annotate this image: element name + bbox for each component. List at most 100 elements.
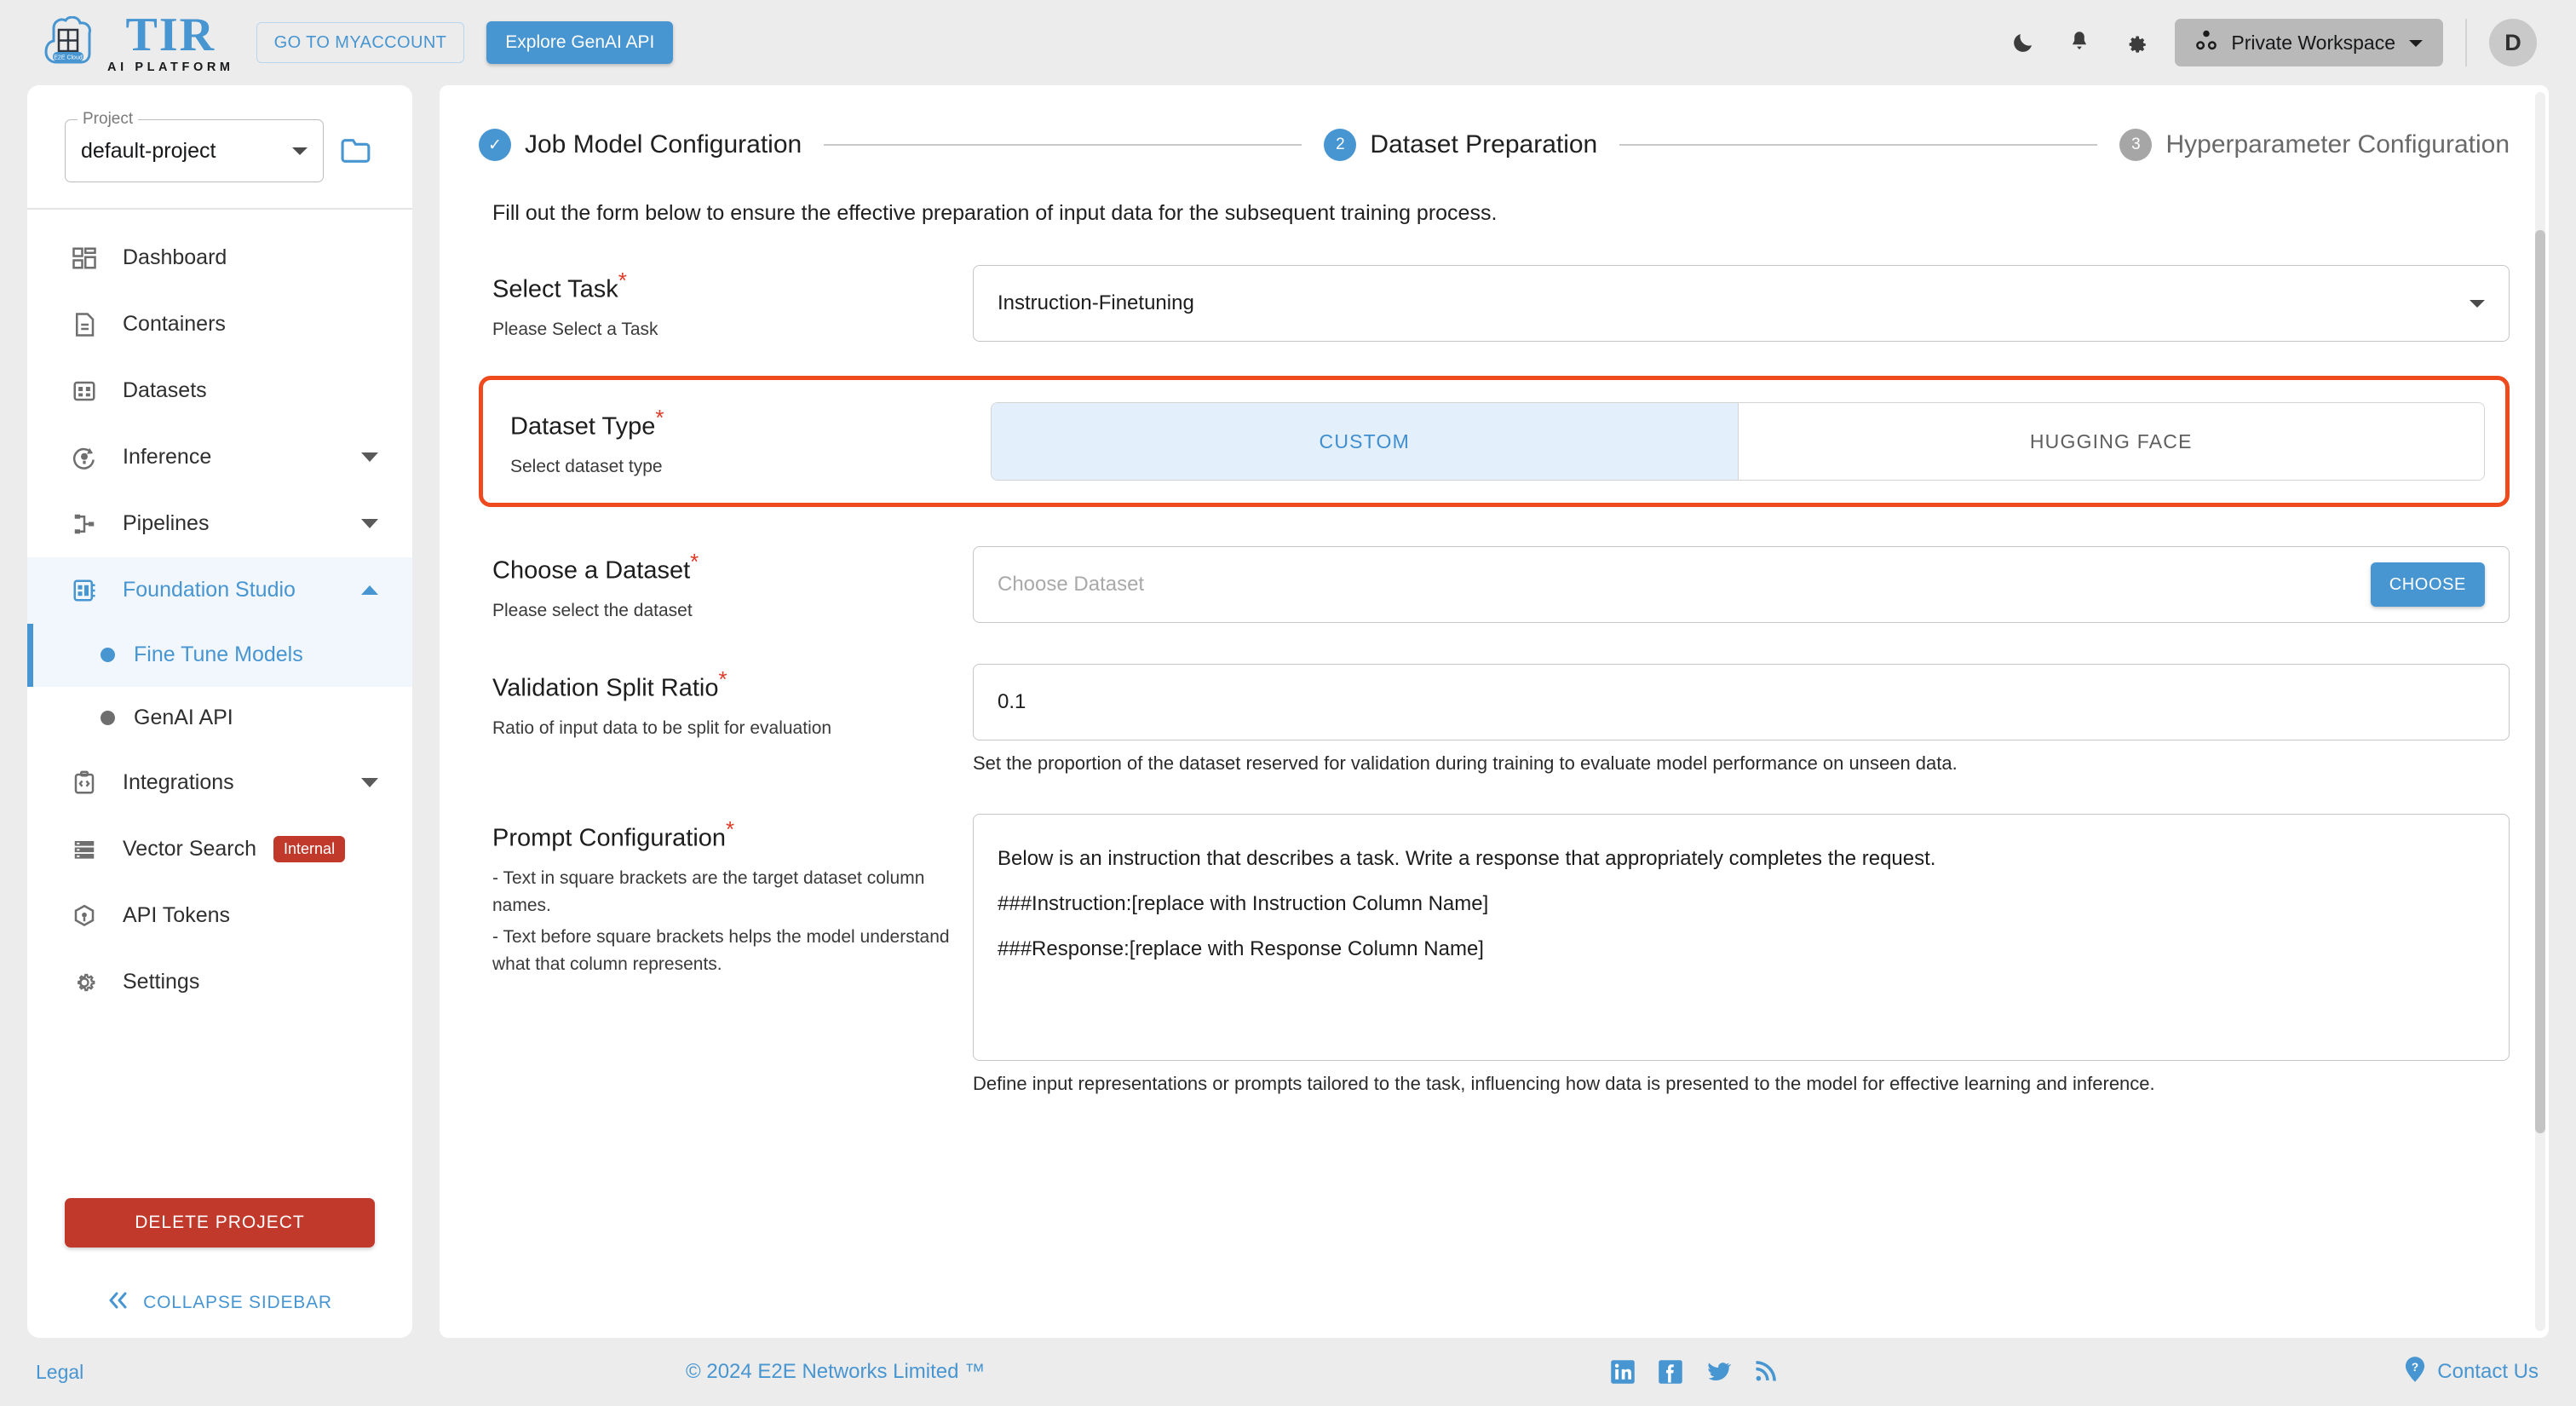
collapse-sidebar-label: COLLAPSE SIDEBAR [143, 1293, 332, 1312]
prompt-line-3: ###Response:[replace with Response Colum… [998, 936, 1484, 960]
project-selector-area: Project default-project [27, 85, 412, 208]
project-row: Project default-project [65, 110, 375, 182]
sidebar-item-label: Foundation Studio [123, 578, 296, 602]
select-task-value: Instruction-Finetuning [998, 291, 1194, 314]
select-task-dropdown[interactable]: Instruction-Finetuning [973, 265, 2510, 342]
sidebar-item-settings[interactable]: Settings [27, 949, 412, 1016]
go-to-myaccount-button[interactable]: GO TO MYACCOUNT [256, 22, 465, 63]
settings-gear-icon[interactable] [2119, 26, 2153, 60]
sidebar-item-dashboard[interactable]: Dashboard [27, 225, 412, 291]
main-scroll-container: ✓ Job Model Configuration 2 Dataset Prep… [440, 85, 2549, 1338]
explore-genai-api-button[interactable]: Explore GenAI API [486, 21, 674, 64]
step-job-model-configuration[interactable]: ✓ Job Model Configuration [479, 129, 802, 161]
step-connector [1619, 144, 2098, 146]
collapse-sidebar-button[interactable]: COLLAPSE SIDEBAR [65, 1292, 375, 1314]
topbar-divider [2465, 19, 2467, 66]
e2e-cloud-logo-icon: E2E Cloud [39, 15, 99, 69]
notification-bell-icon[interactable] [2062, 26, 2096, 60]
field-control: Choose Dataset CHOOSE [973, 546, 2510, 624]
sidebar-item-containers[interactable]: Containers [27, 291, 412, 358]
sidebar-item-datasets[interactable]: Datasets [27, 358, 412, 424]
new-folder-icon[interactable] [339, 133, 375, 169]
chevron-down-icon [361, 778, 378, 787]
step-connector [824, 144, 1302, 146]
field-subtitle: Please select the dataset [492, 600, 693, 620]
choose-dataset-input[interactable]: Choose Dataset CHOOSE [973, 546, 2510, 624]
field-label-block: Dataset Type* Select dataset type [497, 402, 991, 481]
step-dataset-preparation[interactable]: 2 Dataset Preparation [1324, 129, 1597, 161]
chevron-up-icon [361, 585, 378, 595]
sidebar-item-inference[interactable]: Inference [27, 424, 412, 491]
sidebar-item-api-tokens[interactable]: API Tokens [27, 883, 412, 949]
delete-project-button[interactable]: DELETE PROJECT [65, 1198, 375, 1248]
sidebar-item-label: Integrations [123, 770, 234, 794]
field-title: Validation Split Ratio* [492, 667, 973, 703]
sidebar-subitem-fine-tune-models[interactable]: Fine Tune Models [27, 623, 412, 687]
field-title: Choose a Dataset* [492, 550, 973, 585]
logo-subtitle: AI PLATFORM [107, 61, 234, 75]
sidebar-item-label: Settings [123, 970, 200, 994]
workspace-icon [2194, 27, 2219, 58]
sidebar-item-vector-search[interactable]: Vector Search Internal [27, 816, 412, 883]
project-legend: Project [78, 110, 139, 129]
field-subtitle: Ratio of input data to be split for eval… [492, 717, 832, 738]
sidebar-item-label: Inference [123, 445, 212, 469]
validation-split-input[interactable]: 0.1 [973, 664, 2510, 741]
svg-text:?: ? [2412, 1360, 2418, 1373]
rss-icon[interactable] [1753, 1359, 1779, 1385]
foundation-studio-icon [72, 578, 111, 603]
step-badge: 3 [2119, 129, 2153, 161]
required-asterisk: * [618, 268, 627, 293]
choose-dataset-placeholder: Choose Dataset [998, 573, 1145, 596]
field-prompt-configuration: Prompt Configuration* - Text in square b… [479, 775, 2510, 1095]
sidebar-item-foundation-studio[interactable]: Foundation Studio [27, 556, 412, 624]
twitter-icon[interactable] [1705, 1359, 1732, 1385]
dataset-type-option-custom[interactable]: CUSTOM [992, 403, 1738, 481]
facebook-icon[interactable] [1658, 1359, 1683, 1385]
field-control: CUSTOM HUGGING FACE [991, 402, 2485, 481]
avatar[interactable]: D [2489, 19, 2537, 66]
field-validation-split-ratio: Validation Split Ratio* Ratio of input d… [479, 625, 2510, 775]
step-badge: 2 [1324, 129, 1357, 161]
field-title-text: Choose a Dataset [492, 556, 691, 585]
intro-text: Fill out the form below to ensure the ef… [492, 201, 1498, 225]
sidebar-subitem-genai-api[interactable]: GenAI API [27, 687, 412, 750]
step-label: Hyperparameter Configuration [2165, 130, 2510, 158]
main-scrollbar-thumb[interactable] [2535, 230, 2545, 1133]
prompt-configuration-helper: Define input representations or prompts … [973, 1073, 2155, 1095]
sidebar-nav: Dashboard Containers Datasets Inference … [27, 210, 412, 1199]
validation-split-value: 0.1 [998, 690, 1026, 714]
required-asterisk: * [718, 666, 727, 693]
prompt-configuration-textarea[interactable]: Below is an instruction that describes a… [973, 814, 2510, 1062]
sidebar-item-label: Pipelines [123, 511, 210, 535]
contact-us-link[interactable]: ? Contact Us [2403, 1356, 2539, 1389]
footer-social-links [1610, 1359, 1779, 1385]
chevron-down-icon [292, 147, 308, 155]
tir-logo[interactable]: E2E Cloud TIR AI PLATFORM [39, 11, 234, 74]
footer-legal-link[interactable]: Legal [36, 1361, 83, 1384]
step-label: Dataset Preparation [1370, 130, 1598, 158]
sidebar-subitem-label: GenAI API [134, 706, 233, 729]
sidebar-item-label: Vector Search [123, 837, 257, 861]
chevron-down-icon [2470, 299, 2485, 308]
step-hyperparameter-configuration[interactable]: 3 Hyperparameter Configuration [2119, 129, 2510, 161]
help-question-icon: ? [2403, 1356, 2427, 1389]
field-title: Prompt Configuration* [492, 817, 973, 853]
sidebar-item-integrations[interactable]: Integrations [27, 750, 412, 816]
settings-gear-icon [72, 970, 111, 995]
linkedin-icon[interactable] [1610, 1359, 1636, 1385]
dataset-type-option-hugging-face[interactable]: HUGGING FACE [1737, 403, 2484, 481]
dataset-type-toggle-group: CUSTOM HUGGING FACE [991, 402, 2485, 481]
field-label-block: Prompt Configuration* - Text in square b… [479, 814, 973, 979]
top-bar-right: Private Workspace D [2006, 19, 2576, 66]
contact-us-label: Contact Us [2437, 1360, 2539, 1383]
field-subtitle-line2: - Text before square brackets helps the … [492, 926, 950, 975]
choose-button[interactable]: CHOOSE [2370, 562, 2485, 608]
dark-mode-icon[interactable] [2006, 26, 2040, 60]
workspace-selector[interactable]: Private Workspace [2175, 19, 2443, 66]
project-select[interactable]: Project default-project [65, 110, 324, 182]
logo-text: TIR AI PLATFORM [107, 11, 234, 74]
sidebar-item-pipelines[interactable]: Pipelines [27, 491, 412, 557]
field-label-block: Choose a Dataset* Please select the data… [479, 546, 973, 625]
top-bar-left: E2E Cloud TIR AI PLATFORM GO TO MYACCOUN… [0, 11, 674, 74]
